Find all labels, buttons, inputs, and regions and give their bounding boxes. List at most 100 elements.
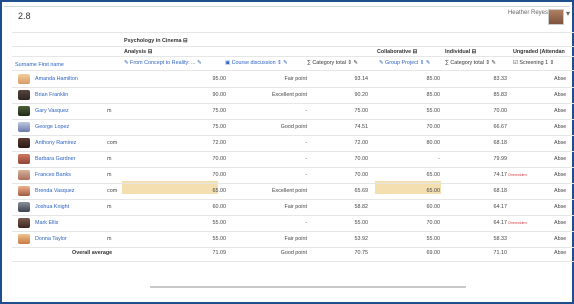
grade-cell[interactable]: 60.00 bbox=[196, 204, 227, 210]
checkbox-icon: ☑ bbox=[513, 60, 518, 66]
grade-cell[interactable]: Good point bbox=[267, 124, 307, 130]
header-divider-1 bbox=[12, 46, 574, 47]
grade-cell: 90.20 bbox=[354, 92, 369, 98]
student-email: m bbox=[107, 108, 112, 114]
row-divider bbox=[12, 151, 574, 152]
pencil-icon[interactable]: ✎ bbox=[353, 60, 358, 66]
grade-cell[interactable]: 65.00 bbox=[416, 188, 441, 194]
grade-cell[interactable]: - bbox=[267, 172, 307, 178]
overall-cell: 71.10 bbox=[493, 250, 508, 256]
grade-cell: 66.67 bbox=[493, 124, 508, 130]
grade-cell[interactable]: 70.00 bbox=[196, 156, 227, 162]
student-name-link[interactable]: Anthony Ramirez bbox=[35, 140, 76, 146]
course-header: Psychology in Cinema ⊟ bbox=[124, 38, 188, 44]
col-category-total-analysis[interactable]: ∑ Category total ⇕ ✎ bbox=[307, 60, 358, 66]
student-name-link[interactable]: Mark Ellis bbox=[35, 220, 58, 226]
student-name-link[interactable]: Brian Franklin bbox=[35, 92, 68, 98]
grade-cell[interactable]: 65.00 bbox=[196, 188, 227, 194]
assignment-icon: ✎ bbox=[124, 60, 129, 66]
student-name-link[interactable]: Joshua Knight bbox=[35, 204, 69, 210]
collapse-icon[interactable]: ⊟ bbox=[413, 49, 418, 55]
grade-cell[interactable]: Abse bbox=[554, 188, 566, 194]
student-name-link[interactable]: George Lopez bbox=[35, 124, 69, 130]
collapse-icon[interactable]: ⊟ bbox=[148, 49, 153, 55]
student-name-link[interactable]: Frances Banks bbox=[35, 172, 71, 178]
grade-cell[interactable]: Abse bbox=[554, 92, 566, 98]
grade-cell[interactable]: 60.00 bbox=[416, 204, 441, 210]
grade-cell[interactable]: Abse bbox=[554, 108, 566, 114]
student-email: com bbox=[107, 188, 118, 194]
avatar bbox=[18, 106, 30, 116]
grade-cell[interactable]: 55.00 bbox=[416, 236, 441, 242]
row-divider bbox=[12, 87, 574, 88]
chevron-down-icon[interactable]: ▾ bbox=[566, 9, 574, 23]
user-avatar[interactable] bbox=[548, 9, 564, 25]
grade-cell[interactable]: 70.00 bbox=[416, 124, 441, 130]
grade-cell: 68.18 bbox=[493, 188, 508, 194]
student-name-link[interactable]: Amanda Hamilton bbox=[35, 76, 78, 82]
grade-cell[interactable]: - bbox=[267, 140, 307, 146]
grade-cell[interactable]: Abse bbox=[554, 140, 566, 146]
grade-cell[interactable]: 90.00 bbox=[196, 92, 227, 98]
col-group-project[interactable]: ✎ Group Project ⇕ ✎ bbox=[379, 60, 430, 66]
pencil-icon[interactable]: ✎ bbox=[283, 60, 288, 66]
grade-cell[interactable]: 85.00 bbox=[416, 92, 441, 98]
grade-cell[interactable]: - bbox=[267, 220, 307, 226]
grade-cell[interactable]: Fair point bbox=[267, 204, 307, 210]
row-divider bbox=[12, 167, 574, 168]
grade-cell[interactable]: Abse bbox=[554, 172, 566, 178]
grade-cell[interactable]: 70.00 bbox=[196, 172, 227, 178]
pencil-icon[interactable]: ✎ bbox=[426, 60, 431, 66]
user-name[interactable]: Heather Reyes bbox=[508, 10, 548, 16]
student-email: m bbox=[107, 236, 112, 242]
grade-cell[interactable]: Abse bbox=[554, 76, 566, 82]
collapse-icon[interactable]: ⊟ bbox=[472, 49, 477, 55]
row-divider bbox=[12, 119, 574, 120]
row-divider bbox=[12, 215, 574, 216]
grade-cell[interactable]: - bbox=[267, 156, 307, 162]
grade-cell[interactable]: Abse bbox=[554, 220, 566, 226]
grade-cell[interactable]: 95.00 bbox=[196, 76, 227, 82]
avatar bbox=[18, 218, 30, 228]
grade-cell[interactable]: 55.00 bbox=[416, 108, 441, 114]
student-name-link[interactable]: Donna Taylor bbox=[35, 236, 67, 242]
grade-cell[interactable]: 70.00 bbox=[416, 220, 441, 226]
grade-cell[interactable]: - bbox=[416, 156, 440, 162]
grade-cell: 70.00 bbox=[354, 156, 369, 162]
calculator-icon: ∑ bbox=[445, 60, 449, 66]
col-course-discussion[interactable]: ▣ Course discussion ⇕ ✎ bbox=[225, 60, 288, 66]
grade-cell[interactable]: 65.00 bbox=[416, 172, 441, 178]
grade-cell: 83.33 bbox=[493, 76, 508, 82]
grade-cell[interactable]: Abse bbox=[554, 156, 566, 162]
grade-cell[interactable]: Excellent point bbox=[267, 188, 307, 194]
student-name-link[interactable]: Gary Vasquez bbox=[35, 108, 69, 114]
student-name-link[interactable]: Barbara Gardner bbox=[35, 156, 75, 162]
col-screening-1[interactable]: ☑ Screening 1 ⇕ bbox=[513, 60, 554, 66]
grade-cell[interactable]: 75.00 bbox=[196, 108, 227, 114]
grade-cell[interactable]: 72.00 bbox=[196, 140, 227, 146]
grade-cell[interactable]: Abse bbox=[554, 204, 566, 210]
grade-cell[interactable]: 75.00 bbox=[196, 124, 227, 130]
grade-cell[interactable]: 55.00 bbox=[196, 220, 227, 226]
surname-first-name-header[interactable]: Surname First name bbox=[15, 62, 64, 68]
grade-cell[interactable]: - bbox=[267, 108, 307, 114]
individual-header: Individual ⊟ bbox=[445, 49, 477, 55]
grade-cell: 65.69 bbox=[354, 188, 369, 194]
grade-cell: 53.92 bbox=[354, 236, 369, 242]
col-category-total-individual[interactable]: ∑ Category total ⇕ ✎ bbox=[445, 60, 496, 66]
grade-cell[interactable]: 85.00 bbox=[416, 76, 441, 82]
grade-cell[interactable]: Abse bbox=[554, 124, 566, 130]
pencil-icon[interactable]: ✎ bbox=[491, 60, 496, 66]
grade-cell[interactable]: Fair point bbox=[267, 76, 307, 82]
horizontal-scrollbar[interactable] bbox=[150, 286, 466, 288]
grade-cell[interactable]: Excellent point bbox=[267, 92, 307, 98]
grade-cell[interactable]: 55.00 bbox=[196, 236, 227, 242]
collapse-icon[interactable]: ⊟ bbox=[183, 38, 188, 44]
grade-cell[interactable]: Fair point bbox=[267, 236, 307, 242]
grade-cell[interactable]: 80.00 bbox=[416, 140, 441, 146]
col-from-concept[interactable]: ✎ From Concept to Reality: ... ✎ bbox=[124, 60, 202, 66]
overall-cell: 69.00 bbox=[426, 250, 441, 256]
student-name-link[interactable]: Brenda Vasquez bbox=[35, 188, 74, 194]
grade-cell[interactable]: Abse bbox=[554, 236, 566, 242]
pencil-icon[interactable]: ✎ bbox=[197, 60, 202, 66]
